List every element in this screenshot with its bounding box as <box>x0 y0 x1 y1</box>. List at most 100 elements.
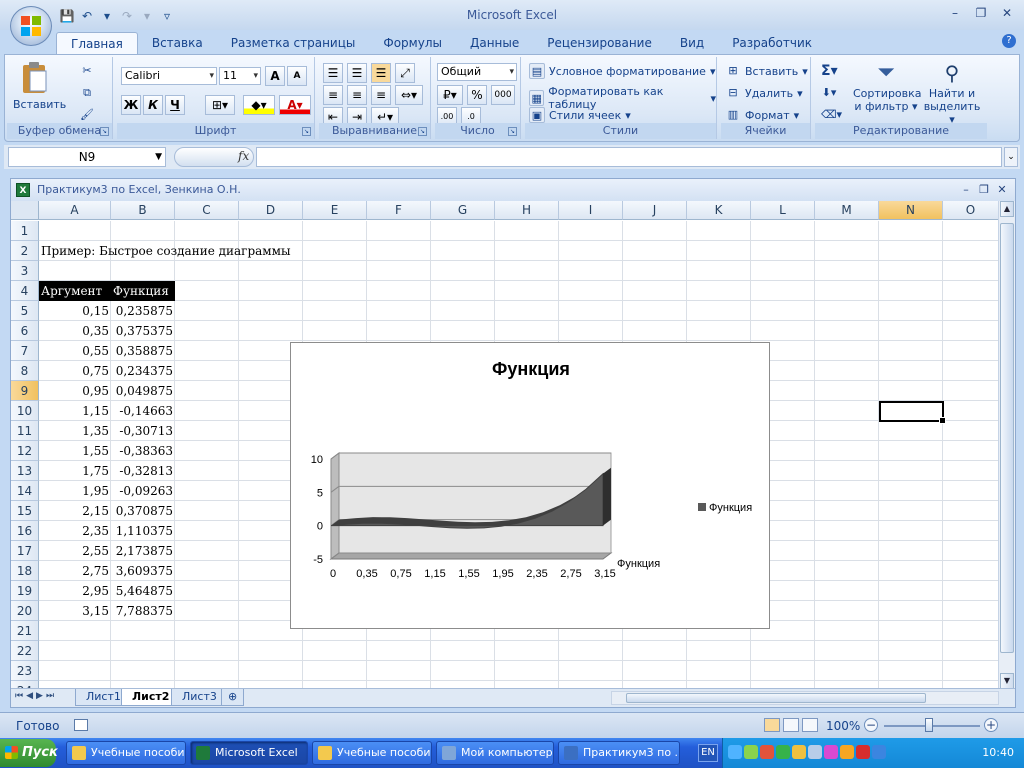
prev-sheet-icon[interactable]: ◀ <box>26 691 33 701</box>
orientation-icon[interactable]: ⤢ <box>395 63 415 83</box>
fill-icon[interactable]: ⬇▾ <box>821 85 837 101</box>
cell-argument[interactable]: 3,15 <box>39 601 111 621</box>
row-header-6[interactable]: 6 <box>11 321 39 341</box>
row-header-4[interactable]: 4 <box>11 281 39 301</box>
language-indicator[interactable]: EN <box>698 744 718 762</box>
workbook-minimize-icon[interactable]: – <box>957 181 975 199</box>
sort-filter-button[interactable]: ⏷ Сортировка и фильтр ▾ <box>853 59 922 113</box>
cell-function[interactable]: 3,609375 <box>111 561 175 581</box>
zoom-out-icon[interactable]: − <box>864 718 878 732</box>
tray-network-icon[interactable] <box>728 745 742 759</box>
row-header-10[interactable]: 10 <box>11 401 39 421</box>
header-argument[interactable]: Аргумент <box>39 281 111 301</box>
cell-function[interactable]: -0,32813 <box>111 461 175 481</box>
horizontal-scroll-thumb[interactable] <box>626 693 926 703</box>
column-header-m[interactable]: M <box>815 201 879 220</box>
tab-formulas[interactable]: Формулы <box>369 32 456 54</box>
row-header-21[interactable]: 21 <box>11 621 39 641</box>
tray-antivirus-icon[interactable] <box>760 745 774 759</box>
scroll-down-icon[interactable]: ▼ <box>1000 673 1014 689</box>
row-header-16[interactable]: 16 <box>11 521 39 541</box>
row-header-11[interactable]: 11 <box>11 421 39 441</box>
insert-function-icon[interactable]: fx <box>238 149 249 163</box>
column-header-d[interactable]: D <box>239 201 303 220</box>
column-header-g[interactable]: G <box>431 201 495 220</box>
tab-view[interactable]: Вид <box>666 32 718 54</box>
fill-color-button[interactable]: ◆▾ <box>243 95 275 115</box>
cell-argument[interactable]: 0,75 <box>39 361 111 381</box>
row-header-13[interactable]: 13 <box>11 461 39 481</box>
cell-function[interactable]: -0,38363 <box>111 441 175 461</box>
copy-icon[interactable]: ⧉ <box>79 85 95 101</box>
cell-argument[interactable]: 2,35 <box>39 521 111 541</box>
column-header-e[interactable]: E <box>303 201 367 220</box>
align-top-icon[interactable]: ☰ <box>323 63 343 83</box>
workbook-close-icon[interactable]: ✕ <box>993 181 1011 199</box>
task-excel[interactable]: Microsoft Excel <box>190 741 308 765</box>
number-launcher-icon[interactable]: ↘ <box>508 127 517 136</box>
macro-record-icon[interactable] <box>74 719 88 731</box>
cell-function[interactable]: 0,049875 <box>111 381 175 401</box>
column-header-b[interactable]: B <box>111 201 175 220</box>
column-header-j[interactable]: J <box>623 201 687 220</box>
row-header-14[interactable]: 14 <box>11 481 39 501</box>
active-cell-n9[interactable] <box>879 401 946 424</box>
borders-button[interactable]: ⊞▾ <box>205 95 235 115</box>
cell-argument[interactable]: 1,75 <box>39 461 111 481</box>
cell-function[interactable]: -0,14663 <box>111 401 175 421</box>
cell-argument[interactable]: 0,35 <box>39 321 111 341</box>
align-center-icon[interactable]: ≡ <box>347 85 367 105</box>
select-all-corner[interactable] <box>11 201 39 220</box>
find-select-button[interactable]: ⚲ Найти и выделить ▾ <box>921 59 983 126</box>
tab-developer[interactable]: Разработчик <box>718 32 826 54</box>
tray-power-icon[interactable] <box>840 745 854 759</box>
cell-function[interactable]: 2,173875 <box>111 541 175 561</box>
column-header-l[interactable]: L <box>751 201 815 220</box>
cell-argument[interactable]: 2,15 <box>39 501 111 521</box>
tray-update-icon[interactable] <box>776 745 790 759</box>
shrink-font-button[interactable]: A <box>287 66 307 86</box>
cell-function[interactable]: -0,09263 <box>111 481 175 501</box>
cell-function[interactable]: 0,370875 <box>111 501 175 521</box>
underline-button[interactable]: Ч <box>165 95 185 115</box>
task-my-computer[interactable]: Мой компьютер <box>436 741 554 765</box>
normal-view-icon[interactable] <box>764 718 780 732</box>
alignment-launcher-icon[interactable]: ↘ <box>418 127 427 136</box>
row-header-12[interactable]: 12 <box>11 441 39 461</box>
tray-bluetooth-icon[interactable] <box>872 745 886 759</box>
clear-icon[interactable]: ⌫▾ <box>821 107 842 123</box>
first-sheet-icon[interactable]: ⏮ <box>15 691 23 701</box>
cell-argument[interactable]: 1,55 <box>39 441 111 461</box>
task-folder-2[interactable]: Учебные пособия <box>312 741 432 765</box>
zoom-level[interactable]: 100% <box>826 719 860 733</box>
formula-input[interactable] <box>256 147 1002 167</box>
align-middle-icon[interactable]: ☰ <box>347 63 367 83</box>
cell-argument[interactable]: 1,95 <box>39 481 111 501</box>
cell-function[interactable]: -0,30713 <box>111 421 175 441</box>
cell-function[interactable]: 0,235875 <box>111 301 175 321</box>
currency-icon[interactable]: ₽▾ <box>437 85 463 105</box>
tray-security-icon[interactable] <box>856 745 870 759</box>
cell-argument[interactable]: 2,95 <box>39 581 111 601</box>
expand-formula-bar-icon[interactable]: ⌄ <box>1004 147 1018 167</box>
insert-cells-button[interactable]: ⊞ Вставить ▾ <box>725 63 807 79</box>
tab-data[interactable]: Данные <box>456 32 533 54</box>
vertical-scroll-thumb[interactable] <box>1000 223 1014 653</box>
thousands-button[interactable]: 000 <box>491 85 515 105</box>
row-header-23[interactable]: 23 <box>11 661 39 681</box>
last-sheet-icon[interactable]: ⏭ <box>46 691 54 701</box>
new-sheet-icon[interactable]: ⊕ <box>221 689 245 706</box>
vertical-scrollbar[interactable]: ▲ ▼ <box>998 201 1015 689</box>
font-launcher-icon[interactable]: ↘ <box>302 127 311 136</box>
office-button[interactable] <box>10 6 52 46</box>
tab-review[interactable]: Рецензирование <box>533 32 666 54</box>
row-header-19[interactable]: 19 <box>11 581 39 601</box>
delete-cells-button[interactable]: ⊟ Удалить ▾ <box>725 85 802 101</box>
cell-function[interactable]: 1,110375 <box>111 521 175 541</box>
cell-a1[interactable]: Пример: Быстрое создание диаграммы <box>39 241 293 261</box>
header-function[interactable]: Функция <box>111 281 175 301</box>
workbook-restore-icon[interactable]: ❐ <box>975 181 993 199</box>
column-header-a[interactable]: A <box>39 201 111 220</box>
column-header-i[interactable]: I <box>559 201 623 220</box>
cell-function[interactable]: 0,375375 <box>111 321 175 341</box>
